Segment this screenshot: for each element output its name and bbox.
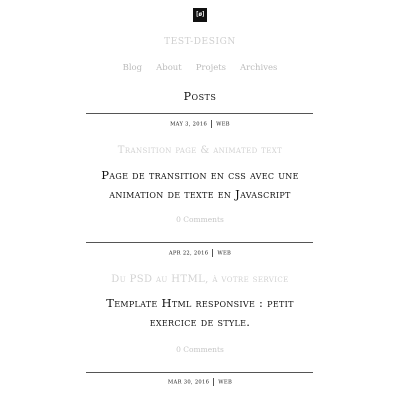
main-nav: Blog About Projets Archives [0, 63, 400, 73]
post-category-link[interactable]: WEB [218, 380, 232, 386]
meta-separator [212, 249, 214, 257]
comments-link[interactable]: 0 Comments [0, 215, 400, 224]
post-excerpt: Template Html responsive : petit exercic… [106, 296, 294, 329]
site-title-link[interactable]: TEST-DESIGN [0, 37, 400, 47]
post-date: MAR 30, 2016 [167, 379, 210, 386]
post-category-link[interactable]: WEB [216, 122, 230, 128]
comments-link[interactable]: 0 Comments [0, 345, 400, 354]
divider [86, 242, 313, 243]
post-date: APR 22, 2016 [168, 250, 209, 257]
nav-item-projets[interactable]: Projets [196, 63, 226, 73]
post-meta: MAR 30, 2016 WEB [0, 378, 400, 386]
post-category-link[interactable]: WEB [217, 251, 231, 257]
nav-item-blog[interactable]: Blog [123, 63, 143, 73]
meta-separator [211, 120, 213, 128]
nav-item-about[interactable]: About [156, 63, 182, 73]
post-meta: MAY 3, 2016 WEB [0, 120, 400, 128]
section-title: Posts [183, 90, 217, 103]
site-logo-icon[interactable]: [ø] [193, 8, 207, 22]
post-date: MAY 3, 2016 [170, 121, 208, 128]
post-meta: APR 22, 2016 WEB [0, 249, 400, 257]
nav-item-archives[interactable]: Archives [240, 63, 277, 73]
meta-separator [213, 378, 215, 386]
post-excerpt: Page de transition en css avec une anima… [101, 168, 299, 201]
divider [86, 372, 313, 373]
post-title-link[interactable]: Transition page & animated text [80, 145, 320, 156]
post-title-link[interactable]: Du PSD au HTML, à votre service [80, 274, 320, 285]
divider [86, 113, 313, 114]
